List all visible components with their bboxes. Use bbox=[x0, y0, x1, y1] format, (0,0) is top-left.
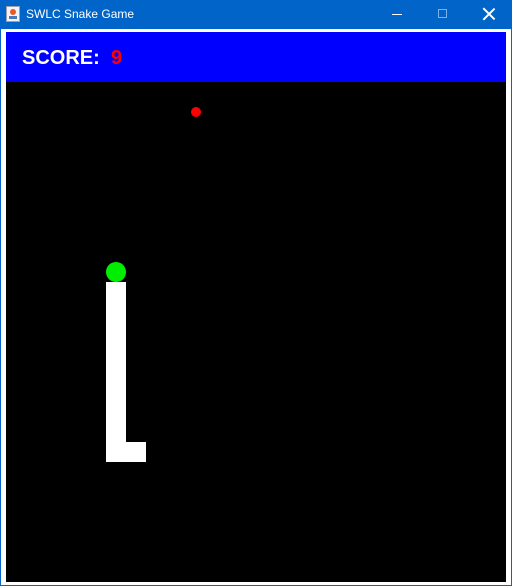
close-button[interactable] bbox=[466, 0, 512, 29]
window-client-area: SCORE: 9 bbox=[1, 29, 511, 585]
title-bar[interactable]: SWLC Snake Game bbox=[0, 0, 512, 29]
maximize-icon bbox=[438, 9, 447, 18]
minimize-icon bbox=[392, 14, 402, 15]
close-icon bbox=[482, 7, 496, 21]
maximize-button[interactable] bbox=[420, 0, 466, 29]
window-title: SWLC Snake Game bbox=[26, 7, 135, 21]
food-pellet bbox=[191, 107, 201, 117]
snake-head bbox=[106, 262, 126, 282]
java-cup-icon[interactable] bbox=[6, 6, 20, 22]
game-board[interactable] bbox=[6, 82, 506, 582]
app-window: SWLC Snake Game SCORE: 9 bbox=[0, 0, 512, 586]
score-value: 9 bbox=[111, 47, 123, 69]
minimize-button[interactable] bbox=[374, 0, 420, 29]
snake-body-segment bbox=[126, 442, 146, 462]
score-label: SCORE: bbox=[22, 47, 100, 69]
snake-body-segment bbox=[106, 282, 126, 462]
score-bar: SCORE: 9 bbox=[6, 32, 506, 82]
